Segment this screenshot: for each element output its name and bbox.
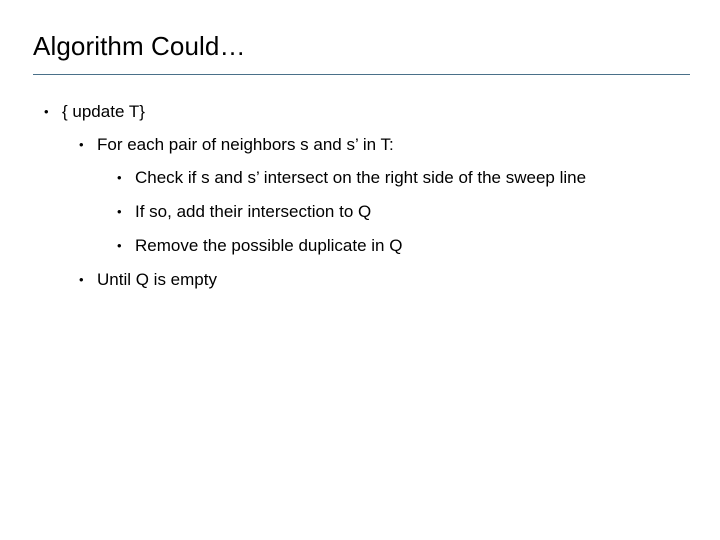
slide-canvas: Algorithm Could… • { update T} • For eac…: [0, 0, 720, 540]
list-item-label: For each pair of neighbors s and s’ in T…: [97, 135, 394, 154]
title-area: Algorithm Could…: [33, 30, 693, 62]
bullet-icon: •: [79, 272, 84, 287]
list-item: • For each pair of neighbors s and s’ in…: [0, 131, 720, 158]
page-title: Algorithm Could…: [33, 31, 246, 61]
list-item: • If so, add their intersection to Q: [0, 198, 720, 225]
bullet-icon: •: [117, 204, 122, 219]
title-divider: [33, 74, 690, 75]
bullet-icon: •: [44, 104, 49, 119]
bullet-icon: •: [117, 170, 122, 185]
list-item-label: Remove the possible duplicate in Q: [135, 236, 403, 255]
bullet-icon: •: [117, 238, 122, 253]
list-item: • Until Q is empty: [0, 266, 720, 293]
list-item: • Check if s and s’ intersect on the rig…: [0, 164, 720, 191]
list-item-label: If so, add their intersection to Q: [135, 202, 372, 221]
list-item: • { update T}: [0, 98, 720, 125]
list-item-label: Until Q is empty: [97, 270, 217, 289]
bullet-icon: •: [79, 137, 84, 152]
list-item-label: Check if s and s’ intersect on the right…: [135, 168, 587, 187]
list-item-label: { update T}: [62, 102, 145, 121]
bullet-list: • { update T} • For each pair of neighbo…: [0, 98, 720, 299]
list-item: • Remove the possible duplicate in Q: [0, 232, 720, 259]
